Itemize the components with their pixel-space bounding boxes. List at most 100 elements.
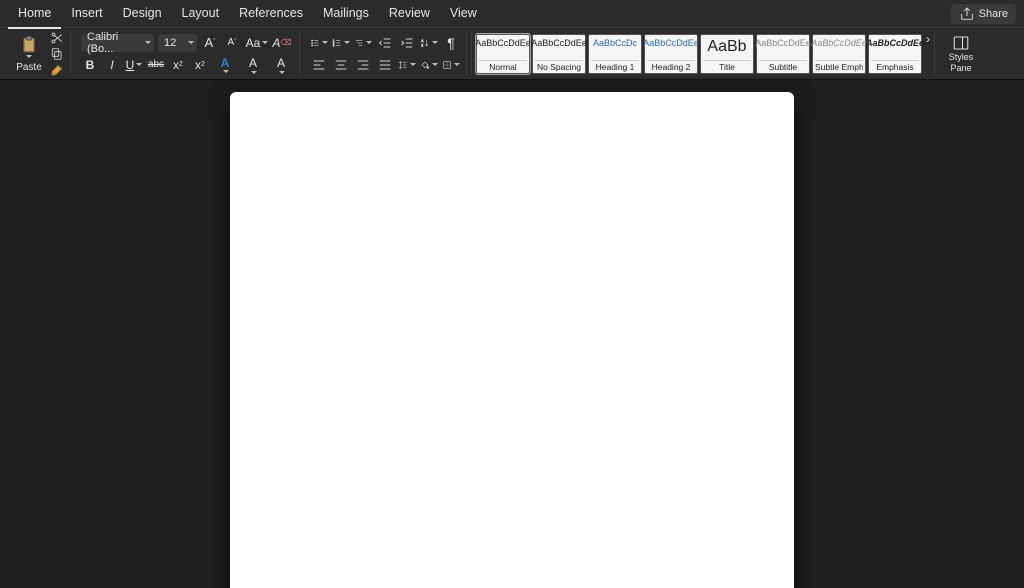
tab-home[interactable]: Home [8,0,61,29]
document-page[interactable] [230,92,794,588]
font-group: Calibri (Bo... 12 Aˆ Aˇ Aa A⌫ [75,32,300,75]
tab-review[interactable]: Review [379,0,440,27]
text-effects-button[interactable]: A [213,56,237,74]
shrink-font-label: A [227,37,234,48]
align-left-button[interactable] [310,56,328,74]
subscript-button[interactable]: x2 [169,56,187,74]
styles-pane-button[interactable]: Styles Pane [934,32,983,76]
caret-icon [188,41,194,44]
share-button[interactable]: Share [951,4,1016,24]
align-center-button[interactable] [332,56,350,74]
numbered-list-button[interactable]: 123 [332,34,350,52]
indent-left-icon [377,35,393,51]
paintbrush-icon [50,62,64,78]
borders-icon [442,57,452,73]
svg-text:Z: Z [421,43,423,47]
bold-label: B [86,58,95,72]
justify-button[interactable] [376,56,394,74]
align-right-icon [355,57,371,73]
sort-icon: AZ [420,35,430,51]
tab-design[interactable]: Design [113,0,172,27]
style-sample: AaBbCcDc [593,38,637,48]
styles-more-button[interactable]: › [926,32,930,75]
pilcrow-icon: ¶ [447,35,455,51]
format-painter-button[interactable] [50,63,64,77]
multilevel-list-button[interactable] [354,34,372,52]
show-marks-button[interactable]: ¶ [442,34,460,52]
style-tile-heading-1[interactable]: AaBbCcDcHeading 1 [588,34,642,74]
align-center-icon [333,57,349,73]
sub-indicator: 2 [179,61,183,68]
styles-pane-line1: Styles [949,53,974,63]
font-color-letter: A [277,56,285,70]
caret-up-icon: ˆ [213,39,215,46]
scissors-icon [50,30,64,46]
style-sample: AaBbCcDdEe [643,38,699,48]
style-tile-emphasis[interactable]: AaBbCcDdEeEmphasis [868,34,922,74]
highlight-button[interactable]: A [241,56,265,74]
style-tile-subtle-emph-[interactable]: AaBbCcDdEeSubtle Emph... [812,34,866,74]
style-label: Subtitle [759,60,807,72]
grow-font-button[interactable]: Aˆ [201,34,219,52]
tab-mailings[interactable]: Mailings [313,0,379,27]
strikethrough-button[interactable]: abc [147,56,165,74]
shrink-font-button[interactable]: Aˇ [223,34,241,52]
increase-indent-button[interactable] [398,34,416,52]
decrease-indent-button[interactable] [376,34,394,52]
font-size-combo[interactable]: 12 [158,34,197,52]
tab-view[interactable]: View [440,0,487,27]
paragraph-group: 123 AZ ¶ [304,32,467,75]
change-case-label: Aa [246,36,261,50]
text-effects-label: A [221,56,230,70]
style-sample: AaBb [707,38,746,56]
style-tile-heading-2[interactable]: AaBbCcDdEeHeading 2 [644,34,698,74]
styles-group: AaBbCcDdEeNormalAaBbCcDdEeNo SpacingAaBb… [471,32,922,75]
style-label: Subtle Emph... [815,60,863,72]
tab-insert[interactable]: Insert [61,0,112,27]
sort-button[interactable]: AZ [420,34,438,52]
style-label: Normal [479,60,527,72]
bulleted-list-button[interactable] [310,34,328,52]
align-left-icon [311,57,327,73]
bullets-icon [310,35,320,51]
style-tile-normal[interactable]: AaBbCcDdEe Normal [476,34,530,74]
svg-text:3: 3 [333,44,335,47]
font-family-value: Calibri (Bo... [87,31,143,55]
change-case-button[interactable]: Aa [245,34,269,52]
style-sample: AaBbCcDdEe [531,38,587,48]
document-area [0,80,1024,588]
line-spacing-icon [398,57,408,73]
style-tile-title[interactable]: AaBbTitle [700,34,754,74]
eraser-icon: ⌫ [280,38,291,47]
clear-formatting-button[interactable]: A⌫ [273,34,291,52]
line-spacing-button[interactable] [398,56,416,74]
style-tile-subtitle[interactable]: AaBbCcDdEeSubtitle [756,34,810,74]
paintbucket-icon [420,57,430,73]
indent-right-icon [399,35,415,51]
style-sample: AaBbCcDdEe [475,38,531,48]
tab-references[interactable]: References [229,0,313,27]
share-icon [959,6,975,22]
sup-indicator: 2 [201,61,205,68]
bold-button[interactable]: B [81,56,99,74]
clear-formatting-label: A [272,36,280,50]
tab-layout[interactable]: Layout [172,0,230,27]
svg-text:A: A [421,39,424,43]
align-right-button[interactable] [354,56,372,74]
caret-icon [145,41,151,44]
styles-pane-line2: Pane [950,64,971,74]
borders-button[interactable] [442,56,460,74]
shading-button[interactable] [420,56,438,74]
italic-button[interactable]: I [103,56,121,74]
font-color-button[interactable]: A [269,56,293,74]
multilevel-icon [354,35,364,51]
style-label: Emphasis [871,60,919,72]
style-tile-no-spacing[interactable]: AaBbCcDdEeNo Spacing [532,34,586,74]
superscript-button[interactable]: x2 [191,56,209,74]
paste-button[interactable]: Paste [12,32,46,76]
font-family-combo[interactable]: Calibri (Bo... [81,34,154,52]
cut-button[interactable] [50,31,64,45]
copy-button[interactable] [50,47,64,61]
paste-label: Paste [16,62,42,73]
underline-button[interactable]: U [125,56,143,74]
